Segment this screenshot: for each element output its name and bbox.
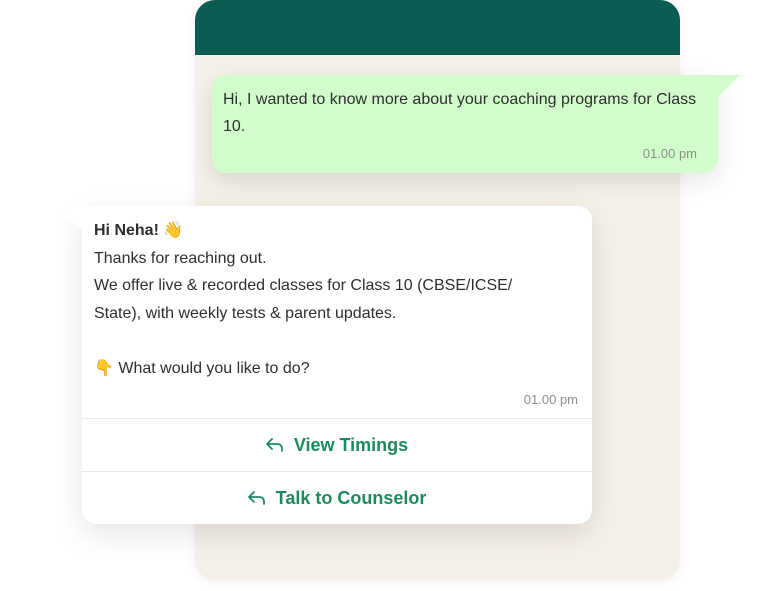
incoming-message-card: Hi Neha! 👋 Thanks for reaching out. We o… [54, 206, 592, 524]
line-spacer [94, 327, 574, 355]
message-line: State), with weekly tests & parent updat… [94, 304, 397, 322]
outgoing-message-time: 01.00 pm [642, 146, 697, 161]
view-timings-label: View Timings [293, 434, 409, 455]
bubble-tail [54, 206, 82, 230]
greeting-text: Hi Neha! 👋 [94, 222, 184, 239]
talk-to-counselor-label: Talk to Counselor [275, 487, 427, 508]
reply-arrow-icon [247, 491, 265, 505]
message-line: Thanks for reaching out. [94, 249, 267, 267]
view-timings-button[interactable]: View Timings [82, 419, 592, 471]
talk-to-counselor-button[interactable]: Talk to Counselor [82, 472, 592, 524]
reply-arrow-icon [265, 438, 283, 452]
incoming-message-time: 01.00 pm [523, 392, 578, 407]
chat-header [195, 0, 680, 55]
outgoing-message-text: Hi, I wanted to know more about your coa… [223, 91, 697, 135]
incoming-message-body: Hi Neha! 👋 Thanks for reaching out. We o… [94, 217, 574, 382]
question-text: 👇 What would you like to do? [94, 359, 310, 377]
message-line: We offer live & recorded classes for Cla… [94, 277, 513, 294]
bubble-tail [718, 75, 740, 97]
outgoing-message-bubble: Hi, I wanted to know more about your coa… [212, 75, 740, 173]
